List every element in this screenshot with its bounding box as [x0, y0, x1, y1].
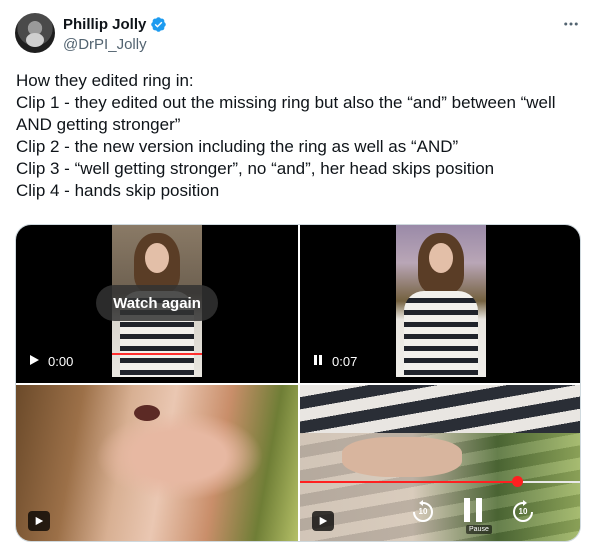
pause-icon[interactable] — [312, 354, 324, 369]
tweet: Phillip Jolly @DrPI_Jolly How they edite… — [0, 0, 599, 558]
tweet-text-line: Clip 1 - they edited out the missing rin… — [16, 93, 556, 112]
play-icon[interactable] — [28, 354, 40, 369]
play-icon[interactable] — [312, 511, 334, 531]
video-overlay-controls: 10 Pause 10 — [410, 495, 536, 534]
progress-bar[interactable] — [112, 353, 202, 355]
tweet-text-line: Clip 2 - the new version including the r… — [16, 137, 459, 156]
progress-bar-played[interactable] — [300, 481, 518, 483]
author-name[interactable]: Phillip Jolly — [63, 16, 146, 33]
pause-button[interactable]: Pause — [458, 495, 492, 534]
video-controls: 0:07 — [312, 354, 357, 369]
verified-badge-icon — [150, 16, 167, 33]
rewind-10-icon[interactable]: 10 — [410, 499, 436, 525]
tweet-text: How they edited ring in: Clip 1 - they e… — [16, 70, 586, 202]
tweet-text-line: How they edited ring in: — [16, 71, 194, 90]
video-clip-2[interactable]: 0:07 — [300, 225, 580, 383]
progress-bar-remaining[interactable] — [518, 481, 580, 483]
media-grid: Watch again 0:00 0:07 10 Pause 10 — [15, 224, 581, 542]
video-clip-4[interactable]: 10 Pause 10 — [300, 385, 580, 541]
avatar[interactable] — [15, 13, 55, 53]
pause-tooltip: Pause — [466, 525, 492, 534]
watch-again-button[interactable]: Watch again — [96, 285, 218, 321]
play-icon[interactable] — [28, 511, 50, 531]
video-clip-3[interactable] — [16, 385, 298, 541]
author-handle[interactable]: @DrPI_Jolly — [63, 36, 147, 53]
video-controls: 0:00 — [28, 354, 73, 369]
more-icon[interactable] — [559, 12, 583, 36]
author-name-row: Phillip Jolly — [63, 14, 167, 34]
progress-handle[interactable] — [512, 476, 523, 487]
video-thumbnail-detail — [134, 405, 160, 421]
tweet-text-line: AND getting stronger” — [16, 115, 181, 134]
avatar-beard — [26, 33, 44, 47]
video-time: 0:00 — [48, 354, 74, 369]
tweet-text-line: Clip 4 - hands skip position — [16, 181, 220, 200]
tweet-text-line: Clip 3 - “well getting stronger”, no “an… — [16, 159, 495, 178]
video-clip-1[interactable]: Watch again 0:00 — [16, 225, 298, 383]
video-time: 0:07 — [332, 354, 358, 369]
video-thumbnail — [396, 225, 486, 377]
forward-10-icon[interactable]: 10 — [510, 499, 536, 525]
